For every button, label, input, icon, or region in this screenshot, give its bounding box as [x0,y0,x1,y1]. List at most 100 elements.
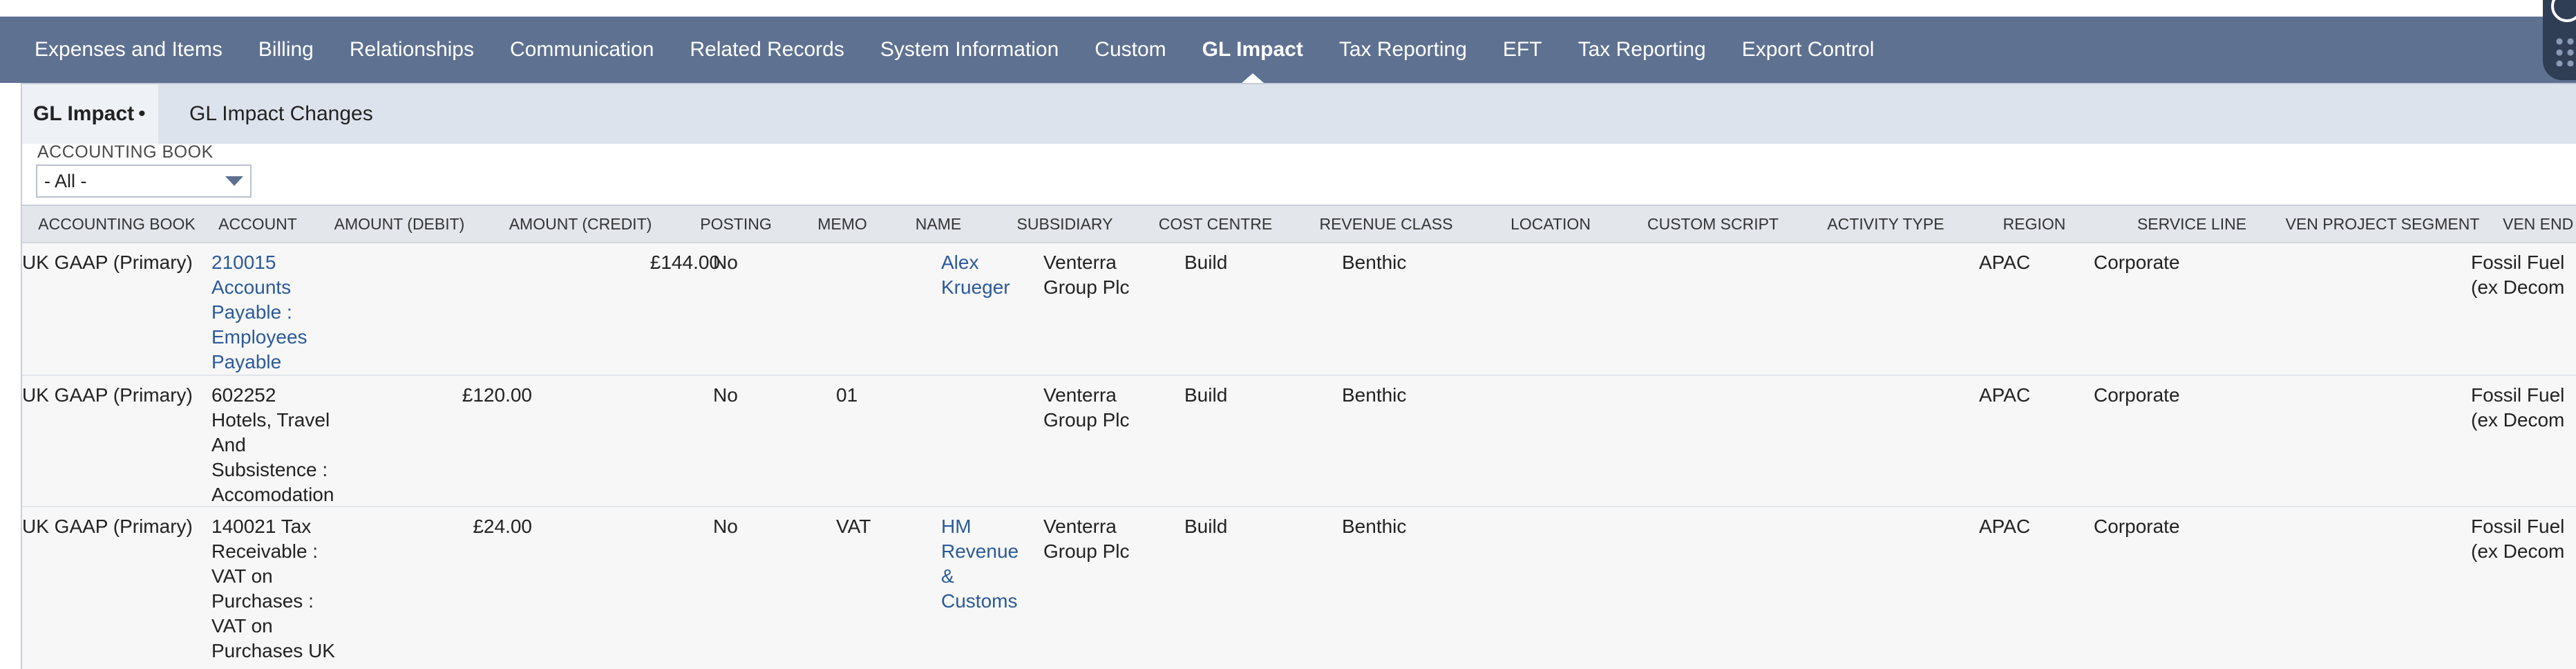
col-custom-script[interactable]: CUSTOM SCRIPT [1620,206,1806,242]
cell-subsidiary: Venterra Group Plc [1043,514,1175,564]
cell-memo: VAT [836,516,871,537]
cell-accounting-book: UK GAAP (Primary) [22,516,193,537]
tab-relationships[interactable]: Relationships [332,17,492,83]
cell-name-line[interactable]: HM [941,514,1031,539]
cell-account-line[interactable]: 210015 [211,250,350,275]
subtab-gl-impact[interactable]: GL Impact • [22,84,158,144]
tab-communication[interactable]: Communication [492,17,672,83]
col-cost-centre[interactable]: COST CENTRE [1140,206,1291,242]
cell-account-line[interactable]: Payable : [211,300,350,325]
cell-service-line: Corporate [2094,384,2180,406]
filter-area: ACCOUNTING BOOK - All - [22,142,2576,205]
cell-amount-debit: £120.00 [462,384,532,406]
tab-expenses-and-items[interactable]: Expenses and Items [17,17,240,83]
cell-cost-centre: Build [1184,252,1228,273]
cell-posting: No [713,252,738,273]
col-revenue-class[interactable]: REVENUE CLASS [1291,206,1481,242]
cell-subsidiary-line: Group Plc [1043,540,1130,562]
col-ven-end[interactable]: VEN END S [2503,206,2576,242]
tab-eft[interactable]: EFT [1485,17,1560,83]
tab-gl-impact[interactable]: GL Impact [1184,17,1321,83]
help-ring-icon [2551,0,2576,22]
record-tab-bar: Expenses and Items Billing Relationships… [0,17,2576,83]
gl-impact-table: ACCOUNTING BOOK ACCOUNT AMOUNT (DEBIT) A… [22,205,2576,669]
help-widget-icon[interactable] [2543,0,2576,80]
cell-name-line[interactable]: & [941,564,1031,589]
col-service-line[interactable]: SERVICE LINE [2103,206,2280,242]
cell-account: 140021 Tax Receivable : VAT on Purchases : V… [211,514,350,663]
cell-ven-end-line: (ex Decom [2471,409,2565,431]
cell-amount-credit: £144.00 [650,252,720,273]
cell-name[interactable]: HM Revenue & Customs [941,514,1031,614]
cell-subsidiary: Venterra Group Plc [1043,383,1175,433]
cell-ven-end: Fossil Fuel (ex Decom [2471,514,2576,564]
cell-posting: No [713,384,738,406]
table-header: ACCOUNTING BOOK ACCOUNT AMOUNT (DEBIT) A… [22,206,2576,243]
col-amount-credit[interactable]: AMOUNT (CREDIT) [486,206,674,242]
tab-tax-reporting-2[interactable]: Tax Reporting [1560,17,1724,83]
tab-custom[interactable]: Custom [1077,17,1184,83]
cell-account-line[interactable]: Employees [211,325,350,350]
tab-export-control[interactable]: Export Control [1724,17,1893,83]
col-amount-debit[interactable]: AMOUNT (DEBIT) [312,206,486,242]
tab-billing[interactable]: Billing [240,17,332,83]
table-row: UK GAAP (Primary) 140021 Tax Receivable : V… [22,507,2576,669]
cell-name-line[interactable]: Krueger [941,275,1031,300]
cell-subsidiary: Venterra Group Plc [1043,250,1175,300]
cell-subsidiary-line: Group Plc [1043,409,1130,431]
cell-subsidiary-line: Venterra [1043,516,1117,537]
subtab-gl-impact-label: GL Impact [33,102,135,125]
cell-account-line: Accomodation [211,484,334,505]
cell-cost-centre: Build [1184,384,1228,406]
gl-impact-panel: GL Impact • GL Impact Changes ACCOUNTING … [21,83,2576,669]
cell-ven-end-line: Fossil Fuel [2471,516,2565,537]
cell-accounting-book: UK GAAP (Primary) [22,384,193,406]
cell-account: 602252 Hotels, Travel And Subsistence : Acco… [211,383,350,507]
cell-name-line[interactable]: Customs [941,589,1031,614]
cell-account-line: Purchases UK [211,640,335,661]
cell-ven-end-line: Fossil Fuel [2471,252,2565,273]
cell-account-line: Purchases : [211,590,314,612]
tab-tax-reporting[interactable]: Tax Reporting [1321,17,1485,83]
col-accounting-book[interactable]: ACCOUNTING BOOK [30,206,203,242]
cell-account-line: 140021 Tax [211,516,312,537]
col-subsidiary[interactable]: SUBSIDIARY [989,206,1140,242]
accounting-book-select[interactable]: - All - [36,164,252,198]
cell-ven-end: Fossil Fuel (ex Decom [2471,250,2576,300]
col-account[interactable]: ACCOUNT [203,206,312,242]
col-region[interactable]: REGION [1965,206,2103,242]
cell-ven-end: Fossil Fuel (ex Decom [2471,383,2576,433]
col-name[interactable]: NAME [887,206,989,242]
cell-posting: No [713,516,738,537]
cell-name-line[interactable]: Revenue [941,539,1031,564]
cell-account[interactable]: 210015 Accounts Payable : Employees Payable [211,250,350,375]
accounting-book-label: ACCOUNTING BOOK [37,142,214,162]
cell-name[interactable]: Alex Krueger [941,250,1031,300]
col-ven-project-segment[interactable]: VEN PROJECT SEGMENT [2280,206,2485,242]
cell-account-line[interactable]: Payable [211,350,350,375]
cell-ven-end-line: (ex Decom [2471,276,2565,298]
chevron-down-icon [225,176,243,186]
cell-amount-debit: £24.00 [473,516,532,537]
col-memo[interactable]: MEMO [797,206,887,242]
col-posting[interactable]: POSTING [674,206,797,242]
cell-ven-end-line: Fossil Fuel [2471,384,2565,406]
cell-account-line: And [211,434,246,455]
cell-name-line[interactable]: Alex [941,250,1031,275]
tab-related-records[interactable]: Related Records [672,17,862,83]
cell-region: APAC [1979,384,2031,406]
cell-memo: 01 [836,384,858,406]
cell-account-line[interactable]: Accounts [211,275,350,300]
col-location[interactable]: LOCATION [1481,206,1620,242]
cell-account-line: Hotels, Travel [211,409,330,431]
subtab-bar: GL Impact • GL Impact Changes [22,83,2576,144]
tab-system-information[interactable]: System Information [862,17,1077,83]
cell-ven-end-line: (ex Decom [2471,540,2565,562]
cell-region: APAC [1979,516,2031,537]
col-activity-type[interactable]: ACTIVITY TYPE [1806,206,1965,242]
subtab-gl-impact-changes[interactable]: GL Impact Changes [178,84,384,144]
cell-revenue-class: Benthic [1342,384,1407,406]
cell-account-line: VAT on [211,565,273,587]
apps-grid-icon [2554,36,2576,66]
cell-subsidiary-line: Group Plc [1043,276,1130,298]
